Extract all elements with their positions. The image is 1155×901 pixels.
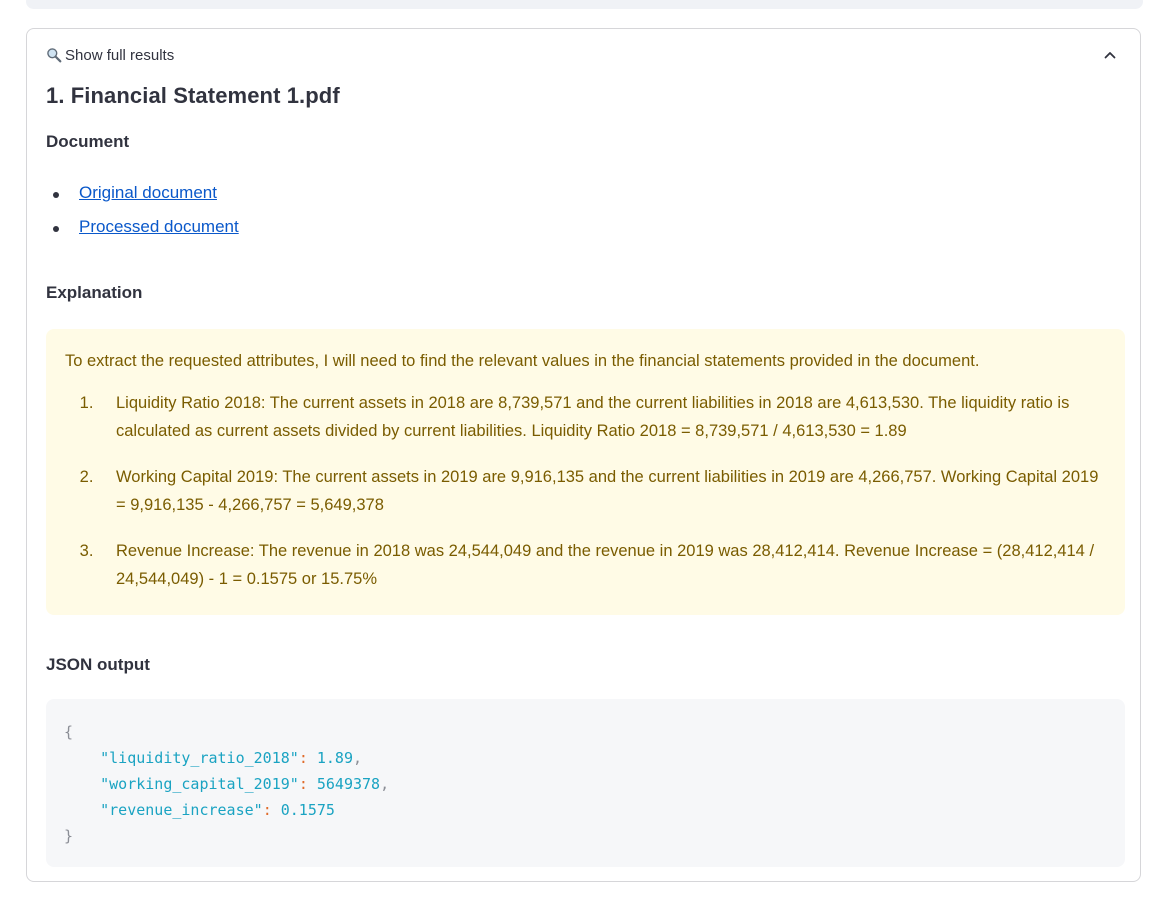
explanation-item: Liquidity Ratio 2018: The current assets… bbox=[98, 389, 1107, 445]
processed-document-link[interactable]: Processed document bbox=[79, 217, 239, 236]
expander-header[interactable]: Show full results bbox=[27, 29, 1140, 83]
list-item: Processed document bbox=[46, 217, 239, 251]
explanation-list: Liquidity Ratio 2018: The current assets… bbox=[65, 389, 1107, 593]
explanation-intro: To extract the requested attributes, I w… bbox=[65, 352, 980, 370]
json-code-block: { "liquidity_ratio_2018": 1.89, "working… bbox=[46, 699, 1125, 867]
code-key: "liquidity_ratio_2018" bbox=[100, 749, 299, 767]
previous-panel-edge bbox=[26, 0, 1143, 9]
magnifier-icon bbox=[46, 47, 62, 63]
code-line: "liquidity_ratio_2018": 1.89, bbox=[100, 749, 363, 767]
list-item: Original document bbox=[46, 183, 239, 217]
code-value: 5649378 bbox=[316, 775, 381, 793]
code-key: "revenue_increase" bbox=[100, 801, 263, 819]
code-open-brace: { bbox=[64, 723, 74, 741]
document-links: Original document Processed document bbox=[46, 183, 239, 251]
code-close-brace: } bbox=[64, 827, 74, 845]
explanation-section-label: Explanation bbox=[46, 283, 143, 302]
original-document-link[interactable]: Original document bbox=[79, 183, 217, 202]
code-line: "revenue_increase": 0.1575 bbox=[100, 801, 335, 819]
explanation-item: Revenue Increase: The revenue in 2018 wa… bbox=[98, 537, 1107, 593]
code-value: 0.1575 bbox=[280, 801, 335, 819]
explanation-item: Working Capital 2019: The current assets… bbox=[98, 463, 1107, 519]
results-expander: Show full results 1. Financial Statement… bbox=[26, 28, 1141, 882]
code-line: "working_capital_2019": 5649378, bbox=[100, 775, 390, 793]
code-value: 1.89 bbox=[316, 749, 353, 767]
document-section-label: Document bbox=[46, 132, 130, 151]
chevron-up-icon[interactable] bbox=[1102, 47, 1118, 63]
json-output-section-label: JSON output bbox=[46, 655, 150, 674]
expander-title: Show full results bbox=[65, 47, 175, 64]
code-key: "working_capital_2019" bbox=[100, 775, 299, 793]
explanation-box: To extract the requested attributes, I w… bbox=[46, 329, 1125, 615]
document-title: 1. Financial Statement 1.pdf bbox=[46, 83, 340, 108]
